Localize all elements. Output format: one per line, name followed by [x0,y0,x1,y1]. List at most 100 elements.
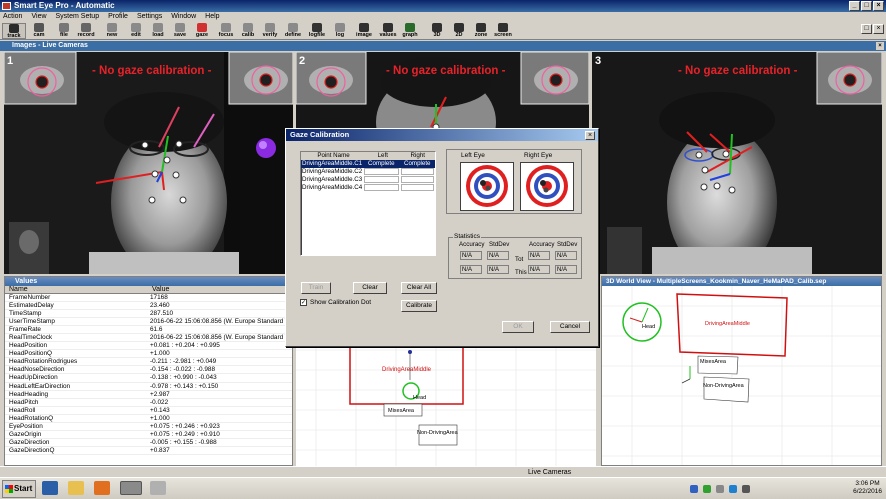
toolbar-button-log[interactable]: log [328,23,352,39]
cancel-button[interactable]: Cancel [550,321,590,333]
media-player-icon[interactable] [94,481,110,495]
tray-network-icon[interactable] [690,485,698,493]
tray-bluetooth-icon[interactable] [729,485,737,493]
toolbar-button-calib[interactable]: calib [236,23,260,39]
toolbar-button-verify[interactable]: verify [258,23,282,39]
camera-view-1[interactable]: 1 - No gaze calibration - [4,52,293,274]
table-row[interactable]: HeadNoseDirection -0.154 : -0.022 : -0.98… [5,366,292,375]
calibration-point-row[interactable]: DrivingAreaMiddle.C1 Complete Complete [301,160,435,168]
table-row[interactable]: HeadRotationRodrigues -0.211 : -2.981 : +… [5,358,292,367]
calibration-point-row[interactable]: DrivingAreaMiddle.C4 [301,184,435,192]
toolbar-button-track[interactable]: track [2,23,26,39]
table-row[interactable]: GazeOrigin +0.075 : +0.249 : +0.910 [5,431,292,439]
header-right[interactable]: Right [401,152,435,160]
this-right-stddev: N/A [555,265,577,274]
table-row[interactable]: GazeDirection -0.005 : +0.155 : -0.988 [5,439,292,447]
taskbar-clock[interactable]: 3:06 PM 6/22/2016 [853,480,882,496]
camera-view-3[interactable]: 3 - No gaze calibration - [592,52,882,274]
calibration-point-row[interactable]: DrivingAreaMiddle.C2 [301,168,435,176]
table-row[interactable]: TimeStamp 287.510 [5,310,292,319]
toolbar-label: track [7,33,21,39]
smart-eye-taskbar-icon[interactable] [120,481,142,495]
paint-icon[interactable] [150,481,166,495]
mdi-close-button[interactable]: × [873,24,884,34]
start-label: Start [14,484,33,493]
tray-security-icon[interactable] [703,485,711,493]
toolbar-button-define[interactable]: define [281,23,305,39]
header-point-name[interactable]: Point Name [301,152,365,160]
toolbar-button-new[interactable]: new [100,23,124,39]
close-button[interactable]: × [873,1,884,11]
toolbar-button-focus[interactable]: focus [214,23,238,39]
mdi-restore-button[interactable]: □ [861,24,872,34]
world-view-canvas[interactable]: Head DrivingAreaMiddle MixesArea Non-Dri… [602,286,882,466]
ok-button[interactable]: OK [502,321,534,333]
toolbar-button-2d[interactable]: 2D [447,23,471,39]
table-row[interactable]: RealTimeClock 2016-06-22 15:06:08.856 (W.… [5,334,292,343]
calibration-point-row[interactable]: DrivingAreaMiddle.C3 [301,176,435,184]
table-row[interactable]: HeadPosition +0.081 : +0.204 : +0.995 [5,342,292,351]
tray-volume-icon[interactable] [716,485,724,493]
value-cell: -0.978 : +0.143 : +0.150 [150,382,219,390]
dialog-close-button[interactable]: × [585,131,595,140]
minimize-button[interactable]: _ [849,1,860,11]
toolbar-button-load[interactable]: load [146,23,170,39]
world-view-middle[interactable]: DrivingAreaMiddle Head MixesArea Non-Dri… [296,340,596,466]
table-row[interactable]: UserTimeStamp 2016-06-22 15:06:08.856 (W.… [5,318,292,327]
toolbar-button-3d[interactable]: 3D [425,23,449,39]
column-header-name[interactable]: Name [5,286,148,293]
table-row[interactable]: HeadRoll +0.143 [5,407,292,415]
left-status-cell: Complete [364,160,399,167]
clear-all-button[interactable]: Clear All [401,282,437,294]
table-row[interactable]: HeadRotationQ +1.000 [5,415,292,423]
column-header-value[interactable]: Value [148,286,169,293]
table-row[interactable]: EyePosition +0.075 : +0.246 : +0.923 [5,423,292,431]
header-left[interactable]: Left [365,152,400,160]
toolbar-button-cam[interactable]: cam [27,23,51,39]
menu-settings[interactable]: Settings [137,12,162,22]
start-button[interactable]: Start [2,480,36,498]
toolbar-button-save[interactable]: save [168,23,192,39]
ie-icon[interactable] [42,481,58,495]
maximize-button[interactable]: □ [861,1,872,11]
toolbar-button-file[interactable]: file [52,23,76,39]
table-row[interactable]: HeadLeftEarDirection -0.978 : +0.143 : +0… [5,383,292,391]
toolbar-button-record[interactable]: record [74,23,98,39]
menu-window[interactable]: Window [171,12,196,22]
menu-action[interactable]: Action [3,12,22,22]
value-cell: +0.075 : +0.249 : +0.910 [150,430,220,438]
table-row[interactable]: HeadPositionQ +1.000 [5,350,292,359]
menu-system-setup[interactable]: System Setup [56,12,100,22]
point-name-cell: DrivingAreaMiddle.C1 [302,160,363,167]
table-row[interactable]: FrameRate 61.6 [5,326,292,335]
toolbar-button-graph[interactable]: graph [398,23,422,39]
toolbar-button-edit[interactable]: edit [124,23,148,39]
toolbar-button-logfile[interactable]: logfile [305,23,329,39]
tray-flag-icon[interactable] [742,485,750,493]
eye-targets-box: Left Eye Right Eye [446,149,582,214]
toolbar-button-zone[interactable]: zone [469,23,493,39]
toolbar-button-values[interactable]: values [376,23,400,39]
menu-profile[interactable]: Profile [108,12,128,22]
toolbar-button-gaze[interactable]: gaze [190,23,214,39]
train-button[interactable]: Train [301,282,331,294]
table-row[interactable]: HeadHeading +2.987 [5,391,292,399]
checkbox-check-icon[interactable]: ✓ [300,299,307,306]
calibrate-button[interactable]: Calibrate [401,300,437,312]
explorer-icon[interactable] [68,481,84,495]
table-row[interactable]: GazeDirectionQ +0.837 [5,447,292,455]
toolbar-button-screen[interactable]: screen [491,23,515,39]
table-row[interactable]: HeadUpDirection -0.138 : +0.990 : -0.043 [5,374,292,383]
clear-button[interactable]: Clear [353,282,387,294]
show-calibration-dot-checkbox[interactable]: ✓ Show Calibration Dot [300,299,371,306]
table-row[interactable]: FrameNumber 17168 [5,294,292,303]
table-row[interactable]: HeadPitch -0.022 [5,399,292,407]
table-row[interactable]: EstimatedDelay 23.460 [5,302,292,311]
images-panel-close-icon[interactable]: × [876,42,884,50]
toolbar-button-image[interactable]: image [352,23,376,39]
menu-view[interactable]: View [31,12,46,22]
points-table-header: Point Name Left Right [301,152,435,160]
menu-help[interactable]: Help [205,12,219,22]
this-label: This [515,269,527,276]
value-name: GazeOrigin [9,430,42,438]
